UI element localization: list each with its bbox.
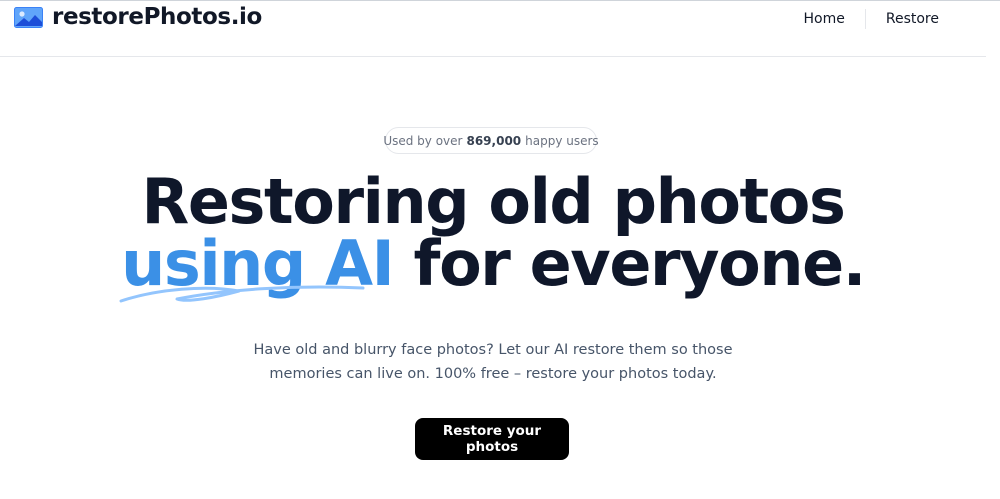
restore-photos-button[interactable]: Restore your photos — [415, 418, 569, 460]
nav-home-link[interactable]: Home — [784, 10, 865, 28]
badge-suffix: happy users — [525, 133, 599, 148]
brand-name: restorePhotos.io — [52, 4, 262, 30]
user-count-badge: Used by over 869,000 happy users — [383, 127, 599, 154]
hero-subtitle: Have old and blurry face photos? Let our… — [253, 342, 733, 382]
hero-title-accent: using AI — [119, 233, 395, 303]
photo-logo-icon — [14, 6, 43, 28]
hero-title-line-2: using AI for everyone. — [0, 233, 986, 303]
site-header: restorePhotos.io Home Restore — [0, 1, 986, 57]
badge-prefix: Used by over — [383, 133, 463, 148]
hero-title-accent-text: using AI — [121, 227, 395, 300]
hero-title-rest: for everyone. — [413, 227, 867, 300]
hero-title: Restoring old photos using AI for everyo… — [0, 165, 986, 303]
brand[interactable]: restorePhotos.io — [14, 5, 262, 29]
user-count: 869,000 — [466, 133, 522, 148]
nav-restore-link[interactable]: Restore — [866, 10, 959, 28]
main-nav: Home Restore — [784, 9, 959, 29]
page: restorePhotos.io Home Restore Used by ov… — [0, 0, 1000, 499]
hero-title-line-1: Restoring old photos — [141, 165, 846, 238]
